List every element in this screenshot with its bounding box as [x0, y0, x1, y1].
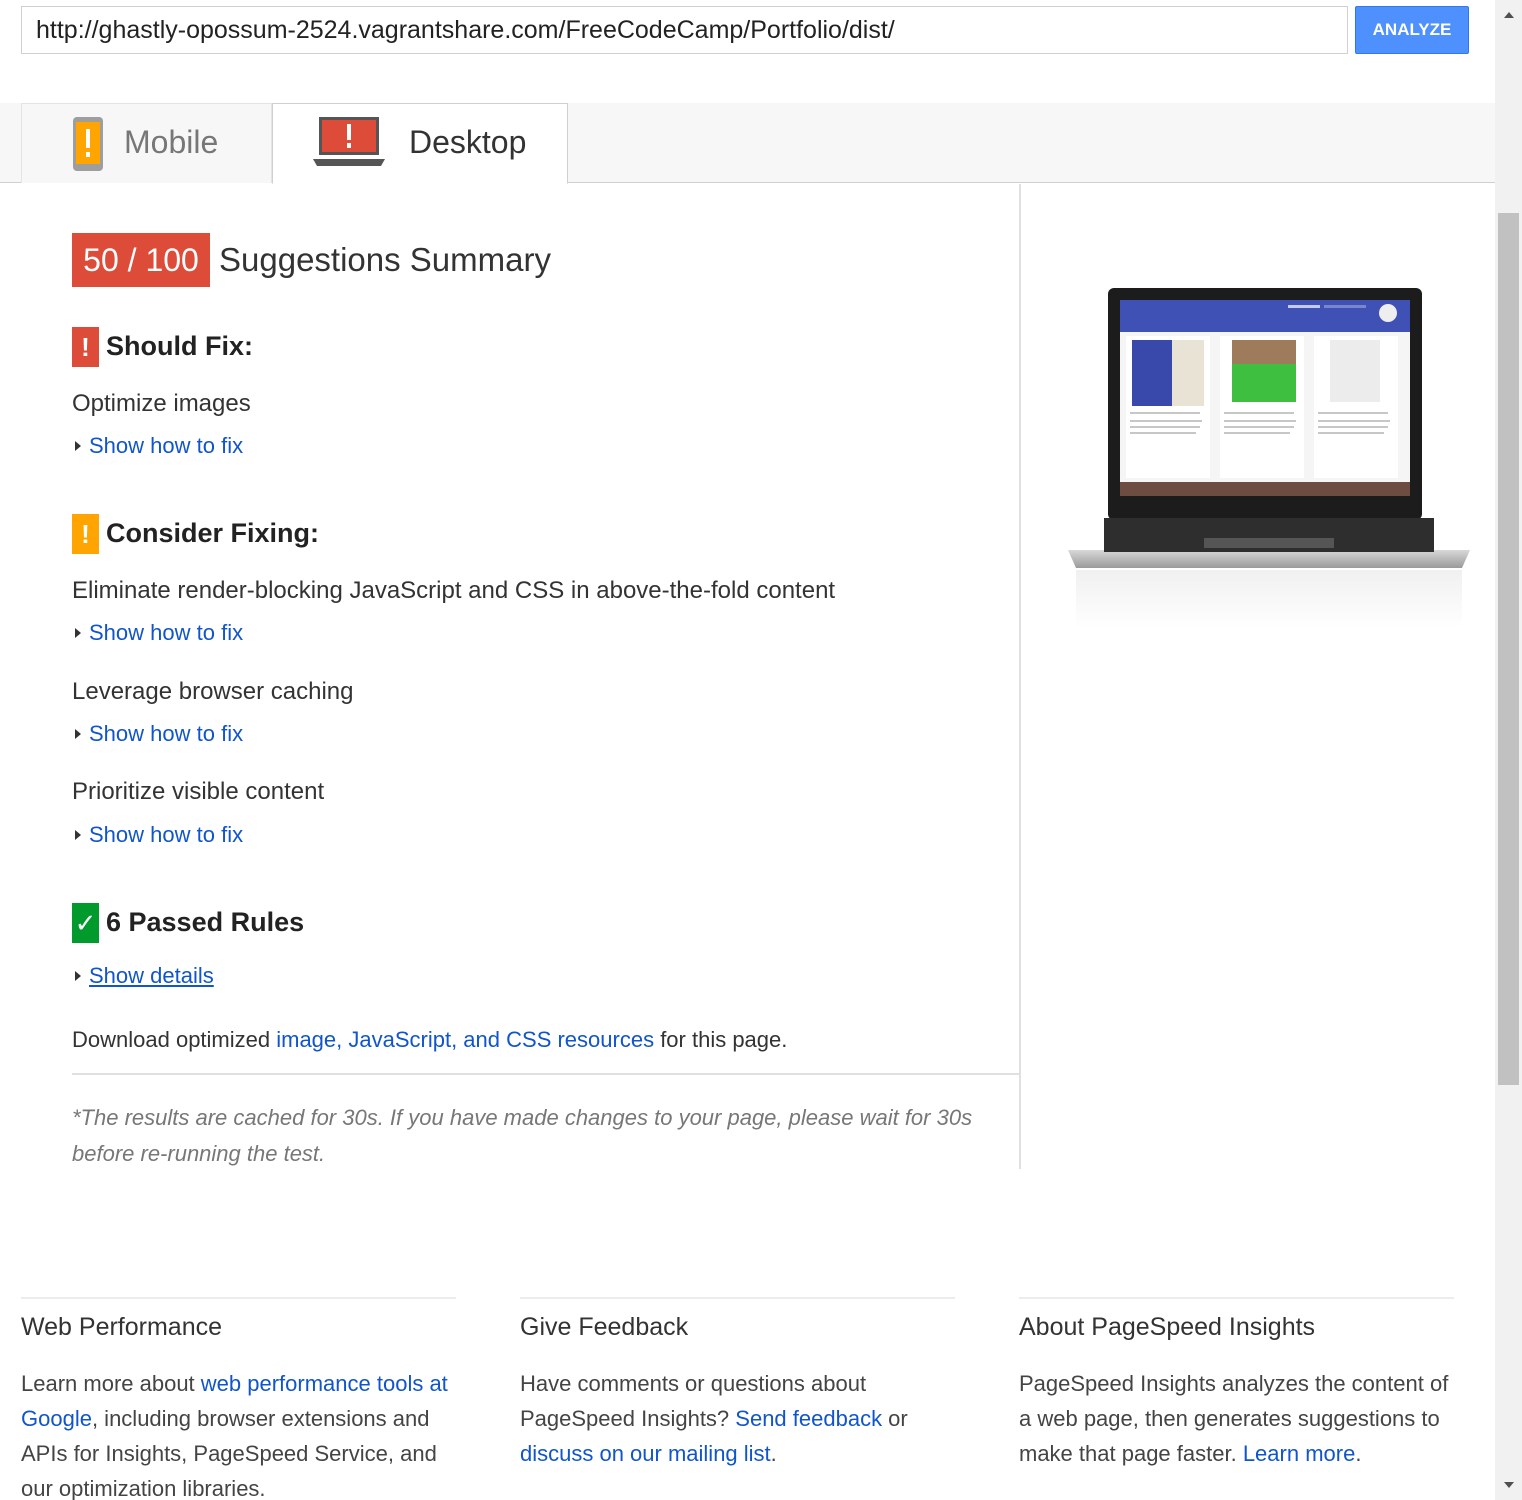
cache-note: *The results are cached for 30s. If you …: [72, 1105, 973, 1166]
text: PageSpeed Insights analyzes the content …: [1019, 1371, 1449, 1466]
footer-give-feedback: Give Feedback Have comments or questions…: [520, 1297, 955, 1471]
tab-mobile-label: Mobile: [124, 124, 219, 160]
footer-web-performance: Web Performance Learn more about web per…: [21, 1297, 456, 1500]
check-icon: ✓: [72, 903, 99, 943]
send-feedback-link[interactable]: Send feedback: [735, 1406, 882, 1431]
link-label: Show how to fix: [89, 620, 244, 645]
divider: [21, 1297, 456, 1299]
show-how-to-fix-link[interactable]: Show how to fix: [72, 721, 243, 747]
rule-visible-content: Prioritize visible content: [72, 778, 325, 805]
text: .: [1355, 1441, 1362, 1466]
rule-browser-caching: Leverage browser caching: [72, 678, 354, 705]
phone-warning-icon: [73, 117, 103, 171]
show-details-link[interactable]: Show details: [72, 963, 214, 989]
footer-text: Have comments or questions about PageSpe…: [520, 1366, 955, 1471]
show-how-to-fix-link[interactable]: Show how to fix: [72, 433, 243, 459]
divider: [72, 1073, 1020, 1075]
summary-title: Suggestions Summary: [219, 241, 551, 278]
footer-title: About PageSpeed Insights: [1019, 1313, 1316, 1341]
footer-title: Web Performance: [21, 1313, 223, 1341]
learn-more-link[interactable]: Learn more: [1243, 1441, 1356, 1466]
scroll-down-button[interactable]: [1495, 1470, 1522, 1500]
show-how-to-fix-link[interactable]: Show how to fix: [72, 620, 243, 646]
rule-optimize-images: Optimize images: [72, 390, 251, 417]
expand-arrow-icon: [75, 729, 81, 739]
analyze-button[interactable]: ANALYZE: [1355, 6, 1469, 54]
desktop-screenshot-preview: [1068, 288, 1470, 628]
footer-text: PageSpeed Insights analyzes the content …: [1019, 1366, 1454, 1471]
arrow-up-icon: [1503, 12, 1514, 18]
consider-fixing-title: Consider Fixing:: [106, 518, 320, 548]
scroll-thumb[interactable]: [1498, 213, 1519, 1085]
rule-render-blocking: Eliminate render-blocking JavaScript and…: [72, 577, 836, 604]
show-how-to-fix-link[interactable]: Show how to fix: [72, 822, 243, 848]
expand-arrow-icon: [75, 628, 81, 638]
download-suffix: for this page.: [654, 1027, 788, 1052]
arrow-down-icon: [1503, 1482, 1514, 1488]
text: or: [882, 1406, 908, 1431]
url-input[interactable]: [21, 6, 1348, 54]
text: Learn more about: [21, 1371, 201, 1396]
tab-mobile[interactable]: Mobile: [21, 103, 272, 183]
expand-arrow-icon: [75, 441, 81, 451]
link-label: Show how to fix: [89, 721, 244, 746]
should-fix-icon: !: [72, 327, 99, 367]
link-label: Show details: [89, 963, 214, 988]
tab-desktop[interactable]: Desktop: [272, 103, 568, 184]
divider: [520, 1297, 955, 1299]
laptop-warning-icon: [313, 117, 385, 166]
download-resources-link[interactable]: image, JavaScript, and CSS resources: [276, 1027, 654, 1052]
scroll-up-button[interactable]: [1495, 0, 1522, 30]
download-prefix: Download optimized: [72, 1027, 277, 1052]
column-divider: [1019, 184, 1021, 1169]
link-label: Show how to fix: [89, 822, 244, 847]
link-label: Show how to fix: [89, 433, 244, 458]
score-badge: 50 / 100: [72, 233, 210, 287]
consider-fixing-icon: !: [72, 514, 99, 554]
footer-text: Learn more about web performance tools a…: [21, 1366, 456, 1500]
expand-arrow-icon: [75, 830, 81, 840]
footer-about: About PageSpeed Insights PageSpeed Insig…: [1019, 1297, 1454, 1471]
expand-arrow-icon: [75, 971, 81, 981]
footer-title: Give Feedback: [520, 1313, 689, 1341]
text: .: [770, 1441, 777, 1466]
should-fix-title: Should Fix:: [106, 331, 253, 361]
download-line: Download optimized image, JavaScript, an…: [72, 1027, 787, 1053]
vertical-scrollbar[interactable]: [1495, 0, 1522, 1500]
pagespeed-page: ANALYZE Mobile Desktop 50 / 100 Suggesti…: [0, 0, 1495, 1500]
tab-desktop-label: Desktop: [409, 124, 527, 160]
mailing-list-link[interactable]: discuss on our mailing list: [520, 1441, 771, 1466]
passed-rules-title: 6 Passed Rules: [106, 907, 305, 937]
divider: [1019, 1297, 1454, 1299]
